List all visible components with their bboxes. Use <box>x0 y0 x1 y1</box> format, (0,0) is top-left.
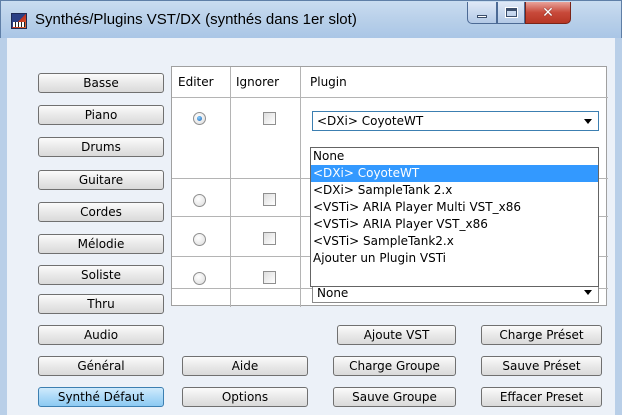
edit-radio-row-4[interactable] <box>193 272 206 285</box>
dropdown-option[interactable]: <DXi> SampleTank 2.x <box>311 182 598 199</box>
maximize-button[interactable] <box>497 2 525 24</box>
column-divider <box>230 67 231 307</box>
app-icon <box>11 13 27 29</box>
edit-radio-row-3[interactable] <box>193 233 206 246</box>
plugin-dropdown-list: None <DXi> CoyoteWT <DXi> SampleTank 2.x… <box>310 147 599 287</box>
maximize-icon <box>504 7 518 18</box>
header-divider <box>172 97 608 98</box>
save-preset-button[interactable]: Sauve Préset <box>481 356 602 376</box>
chevron-down-icon <box>584 119 592 124</box>
minimize-icon <box>477 15 487 18</box>
help-button[interactable]: Aide <box>182 356 308 376</box>
sidebar-button-melodie[interactable]: Mélodie <box>38 234 164 254</box>
load-group-button[interactable]: Charge Groupe <box>333 356 456 376</box>
plugin-select-value: <DXi> CoyoteWT <box>317 114 424 128</box>
header-edit: Editer <box>178 75 214 89</box>
dropdown-option[interactable]: <VSTi> ARIA Player Multi VST_x86 <box>311 199 598 216</box>
close-icon: ✕ <box>542 4 554 21</box>
plugin-select-value: None <box>317 285 349 300</box>
sidebar-button-piano[interactable]: Piano <box>38 105 164 125</box>
edit-radio-row-1[interactable] <box>193 112 206 125</box>
close-button[interactable]: ✕ <box>525 2 571 24</box>
title-bar: Synthés/Plugins VST/DX (synthés dans 1er… <box>0 0 622 38</box>
add-vst-button[interactable]: Ajoute VST <box>337 325 456 345</box>
sidebar-button-basse[interactable]: Basse <box>38 73 164 93</box>
dropdown-option[interactable]: None <box>311 148 598 165</box>
dropdown-option[interactable]: <VSTi> SampleTank2.x <box>311 233 598 250</box>
chevron-down-icon <box>584 290 592 295</box>
ignore-checkbox-row-2[interactable] <box>263 193 276 206</box>
sidebar-button-thru[interactable]: Thru <box>38 294 164 314</box>
dropdown-option-add-plugin[interactable]: Ajouter un Plugin VSTi <box>311 250 598 267</box>
column-divider <box>300 67 301 307</box>
load-preset-button[interactable]: Charge Préset <box>481 325 602 345</box>
plugin-select-row-1[interactable]: <DXi> CoyoteWT <box>312 111 599 131</box>
save-group-button[interactable]: Sauve Groupe <box>333 387 456 407</box>
sidebar-button-audio[interactable]: Audio <box>38 325 164 345</box>
sidebar-button-guitare[interactable]: Guitare <box>38 170 164 190</box>
sidebar-button-soliste[interactable]: Soliste <box>38 265 164 285</box>
header-ignore: Ignorer <box>236 75 280 89</box>
window-title: Synthés/Plugins VST/DX (synthés dans 1er… <box>35 11 357 28</box>
edit-radio-row-2[interactable] <box>193 194 206 207</box>
header-plugin: Plugin <box>310 75 347 89</box>
dropdown-option[interactable]: <VSTi> ARIA Player VST_x86 <box>311 216 598 233</box>
sidebar-button-cordes[interactable]: Cordes <box>38 202 164 222</box>
dropdown-option-selected[interactable]: <DXi> CoyoteWT <box>311 165 598 182</box>
sidebar-button-drums[interactable]: Drums <box>38 137 164 157</box>
ignore-checkbox-row-4[interactable] <box>263 271 276 284</box>
ignore-checkbox-row-1[interactable] <box>263 112 276 125</box>
delete-preset-button[interactable]: Effacer Preset <box>481 387 602 407</box>
sidebar-button-synthe-defaut[interactable]: Synthé Défaut <box>38 387 164 407</box>
minimize-button[interactable] <box>467 2 497 24</box>
sidebar-button-general[interactable]: Général <box>38 356 164 376</box>
ignore-checkbox-row-3[interactable] <box>263 232 276 245</box>
options-button[interactable]: Options <box>182 387 308 407</box>
